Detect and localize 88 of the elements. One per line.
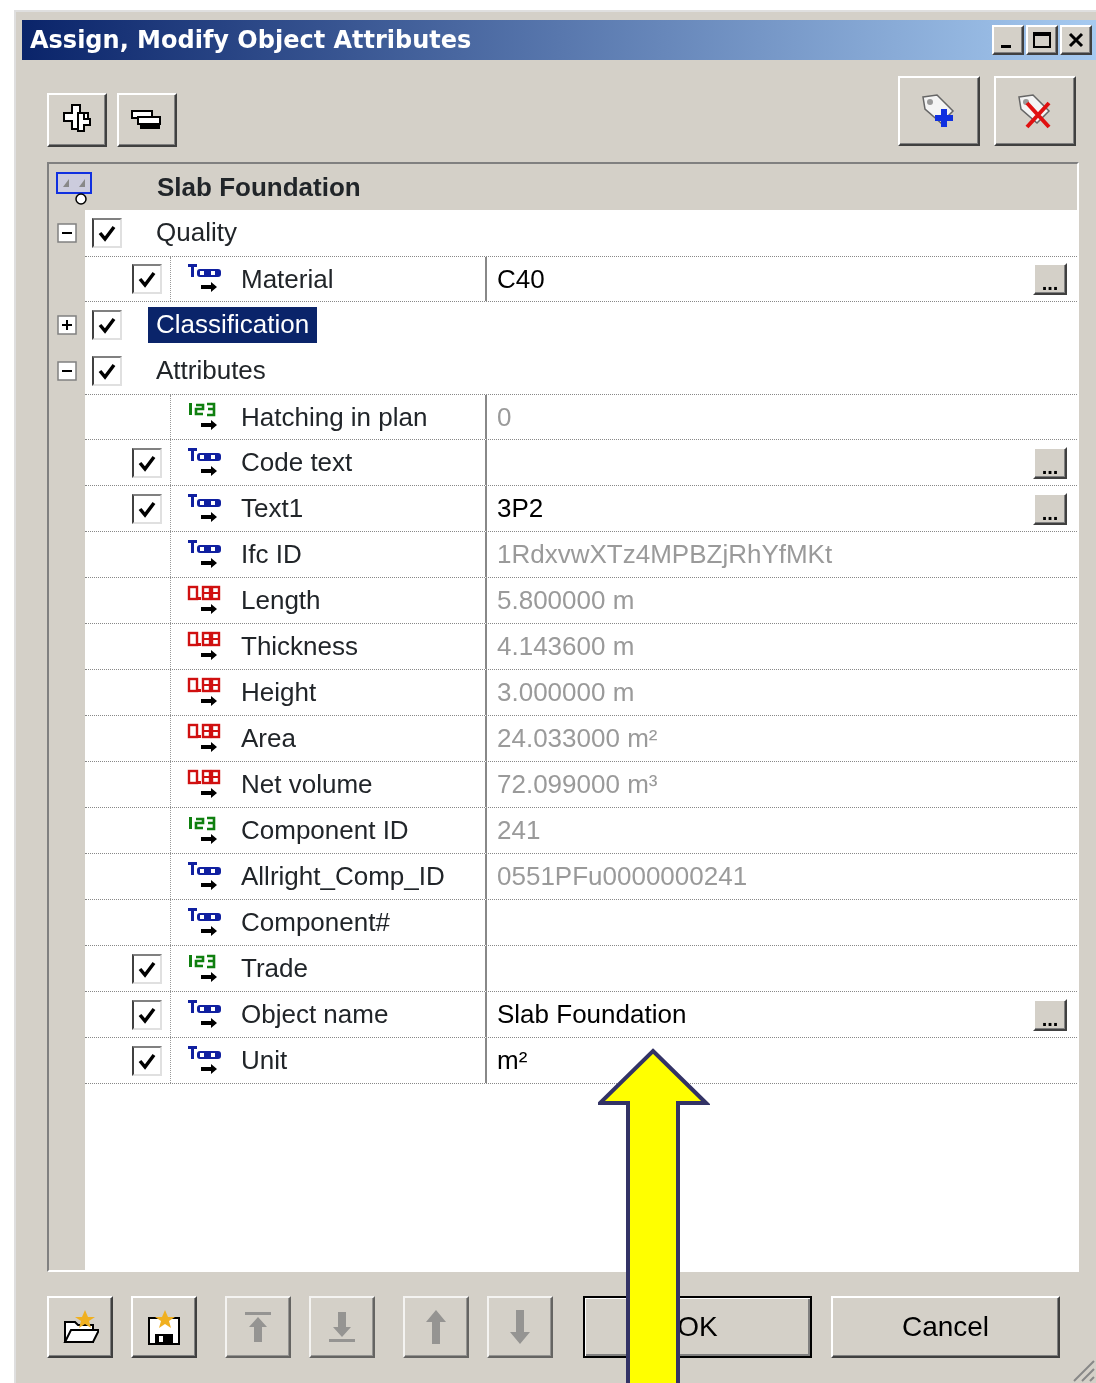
- attribute-value: m²: [497, 1044, 528, 1077]
- browse-button[interactable]: ...: [1033, 492, 1067, 525]
- attribute-name: Text1: [241, 492, 304, 525]
- text-type-icon: [187, 906, 221, 939]
- text-type-icon: [187, 492, 221, 525]
- attribute-name: Net volume: [241, 768, 373, 801]
- cancel-button[interactable]: Cancel: [831, 1296, 1060, 1358]
- attribute-name: Area: [241, 722, 296, 755]
- checkbox[interactable]: [132, 953, 162, 984]
- collapse-icon[interactable]: [57, 223, 77, 243]
- layers-button[interactable]: [117, 93, 177, 147]
- check-icon: [97, 362, 117, 380]
- attribute-name: Trade: [241, 952, 308, 985]
- attribute-name: Hatching in plan: [241, 400, 428, 434]
- check-icon: [137, 499, 157, 518]
- attribute-name: Material: [241, 262, 334, 296]
- check-icon: [137, 959, 157, 978]
- text-type-icon: [187, 263, 221, 295]
- browse-button[interactable]: ...: [1033, 446, 1067, 479]
- attribute-name: Component ID: [241, 814, 409, 847]
- object-title: Slab Foundation: [157, 170, 361, 204]
- decimal-type-icon: [187, 676, 221, 709]
- open-folder-button[interactable]: [47, 1296, 113, 1358]
- text-type-icon: [187, 446, 221, 479]
- check-icon: [137, 1005, 157, 1024]
- add-group-button[interactable]: [47, 93, 107, 147]
- attribute-name: Thickness: [241, 630, 359, 663]
- checkbox[interactable]: [132, 447, 162, 478]
- decimal-type-icon: [187, 768, 221, 801]
- attribute-value: C40: [497, 262, 545, 296]
- text-type-icon: [187, 1044, 221, 1077]
- floppy-disk-button[interactable]: [131, 1296, 197, 1358]
- attribute-name: Height: [241, 676, 317, 709]
- decimal-type-icon: [187, 584, 221, 617]
- attribute-name: Length: [241, 584, 321, 617]
- text-type-icon: [187, 998, 221, 1031]
- text-type-icon: [187, 538, 221, 571]
- maximize-icon: [1032, 31, 1052, 49]
- check-icon: [97, 316, 117, 334]
- attribute-value: 5.800000 m: [497, 584, 635, 617]
- window-title: Assign, Modify Object Attributes: [30, 26, 473, 54]
- attribute-value: 241: [497, 814, 541, 847]
- tree-group-label[interactable]: Classification: [148, 307, 318, 343]
- minimize-button[interactable]: [992, 25, 1024, 55]
- attribute-name: Code text: [241, 446, 353, 479]
- close-icon: [1067, 31, 1085, 49]
- expand-icon[interactable]: [57, 315, 77, 335]
- tree-group-label[interactable]: Attributes: [148, 353, 274, 389]
- attribute-value: 0551PFu0000000241: [497, 860, 748, 893]
- attribute-value: 0: [497, 400, 512, 434]
- checkbox[interactable]: [132, 999, 162, 1030]
- attribute-value: 72.099000 m³: [497, 768, 658, 801]
- text-type-icon: [187, 860, 221, 893]
- attribute-value: 3P2: [497, 492, 544, 525]
- minimize-icon: [1001, 44, 1011, 48]
- check-icon: [137, 270, 157, 288]
- check-icon: [97, 224, 117, 242]
- checkbox[interactable]: [92, 356, 122, 386]
- close-button[interactable]: [1060, 25, 1092, 55]
- delete-attribute-button[interactable]: [994, 76, 1076, 146]
- attribute-value: 4.143600 m: [497, 630, 635, 663]
- decimal-type-icon: [187, 722, 221, 755]
- attribute-name: Object name: [241, 998, 389, 1031]
- stacked-layers-icon: [130, 108, 164, 132]
- browse-button[interactable]: ...: [1033, 998, 1067, 1031]
- attribute-name: Ifc ID: [241, 538, 302, 571]
- checkbox[interactable]: [92, 218, 122, 248]
- maximize-button[interactable]: [1026, 25, 1058, 55]
- browse-button[interactable]: ...: [1033, 263, 1067, 295]
- attribute-name: Unit: [241, 1044, 288, 1077]
- decimal-type-icon: [187, 630, 221, 663]
- open-folder-icon: [61, 1308, 99, 1346]
- tree-group-label[interactable]: Quality: [148, 215, 245, 251]
- checkbox[interactable]: [132, 493, 162, 524]
- checkbox[interactable]: [132, 264, 162, 294]
- floppy-disk-icon: [145, 1308, 183, 1346]
- attribute-value: 24.033000 m²: [497, 722, 658, 755]
- attribute-value: 3.000000 m: [497, 676, 635, 709]
- add-attribute-button[interactable]: [898, 76, 980, 146]
- checkbox[interactable]: [132, 1045, 162, 1076]
- attribute-name: Component#: [241, 906, 390, 939]
- attribute-value: 1RdxvwXTz4MPBZjRhYfMKt: [497, 538, 833, 571]
- collapse-icon[interactable]: [57, 361, 77, 381]
- attribute-name: Allright_Comp_ID: [241, 860, 445, 893]
- check-icon: [137, 453, 157, 472]
- check-icon: [137, 1051, 157, 1070]
- attribute-value: Slab Foundation: [497, 998, 687, 1031]
- checkbox[interactable]: [92, 310, 122, 340]
